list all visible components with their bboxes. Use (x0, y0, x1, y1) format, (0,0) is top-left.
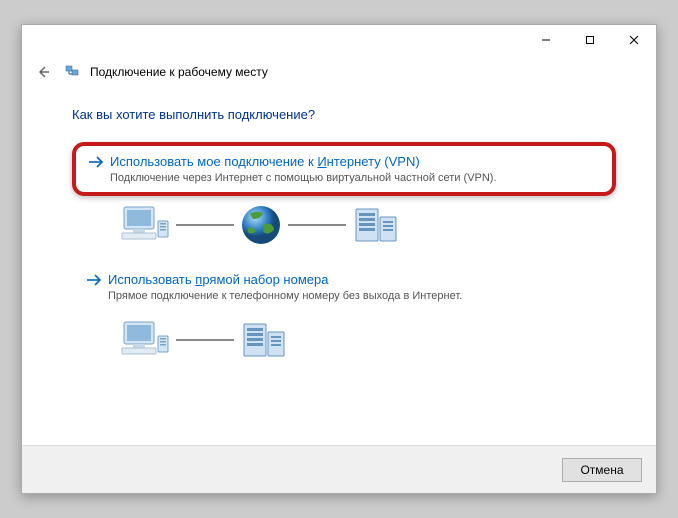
back-arrow-icon (35, 64, 51, 80)
connector-line (176, 224, 234, 226)
window-title: Подключение к рабочему месту (90, 65, 268, 79)
computer-icon (118, 203, 172, 247)
minimize-button[interactable] (524, 25, 568, 55)
option-dialup[interactable]: Использовать прямой набор номера Прямое … (72, 262, 616, 312)
option-vpn-label: Использовать мое подключение к Интернету… (110, 154, 420, 169)
connector-line (176, 339, 234, 341)
content-area: Как вы хотите выполнить подключение? Исп… (22, 89, 656, 445)
close-button[interactable] (612, 25, 656, 55)
header-row: Подключение к рабочему месту (22, 55, 656, 89)
option-vpn-desc: Подключение через Интернет с помощью вир… (110, 172, 600, 184)
dialup-illustration (118, 318, 616, 362)
close-icon (629, 35, 639, 45)
minimize-icon (541, 35, 551, 45)
footer: Отмена (22, 445, 656, 493)
back-button[interactable] (32, 61, 54, 83)
vpn-illustration (118, 202, 616, 248)
option-vpn[interactable]: Использовать мое подключение к Интернету… (72, 142, 616, 196)
option-dialup-desc: Прямое подключение к телефонному номеру … (108, 290, 602, 302)
globe-icon (238, 202, 284, 248)
server-icon (350, 203, 400, 247)
maximize-button[interactable] (568, 25, 612, 55)
maximize-icon (585, 35, 595, 45)
wizard-window: Подключение к рабочему месту Как вы хоти… (21, 24, 657, 494)
arrow-right-icon (88, 155, 104, 169)
server-icon (238, 318, 288, 362)
option-dialup-label: Использовать прямой набор номера (108, 272, 328, 287)
cancel-button[interactable]: Отмена (562, 458, 642, 482)
option-vpn-title: Использовать мое подключение к Интернету… (88, 154, 600, 169)
app-icon (64, 64, 80, 80)
computer-icon (118, 318, 172, 362)
arrow-right-icon (86, 273, 102, 287)
connector-line (288, 224, 346, 226)
titlebar (22, 25, 656, 55)
page-heading: Как вы хотите выполнить подключение? (72, 107, 616, 122)
option-dialup-title: Использовать прямой набор номера (86, 272, 602, 287)
